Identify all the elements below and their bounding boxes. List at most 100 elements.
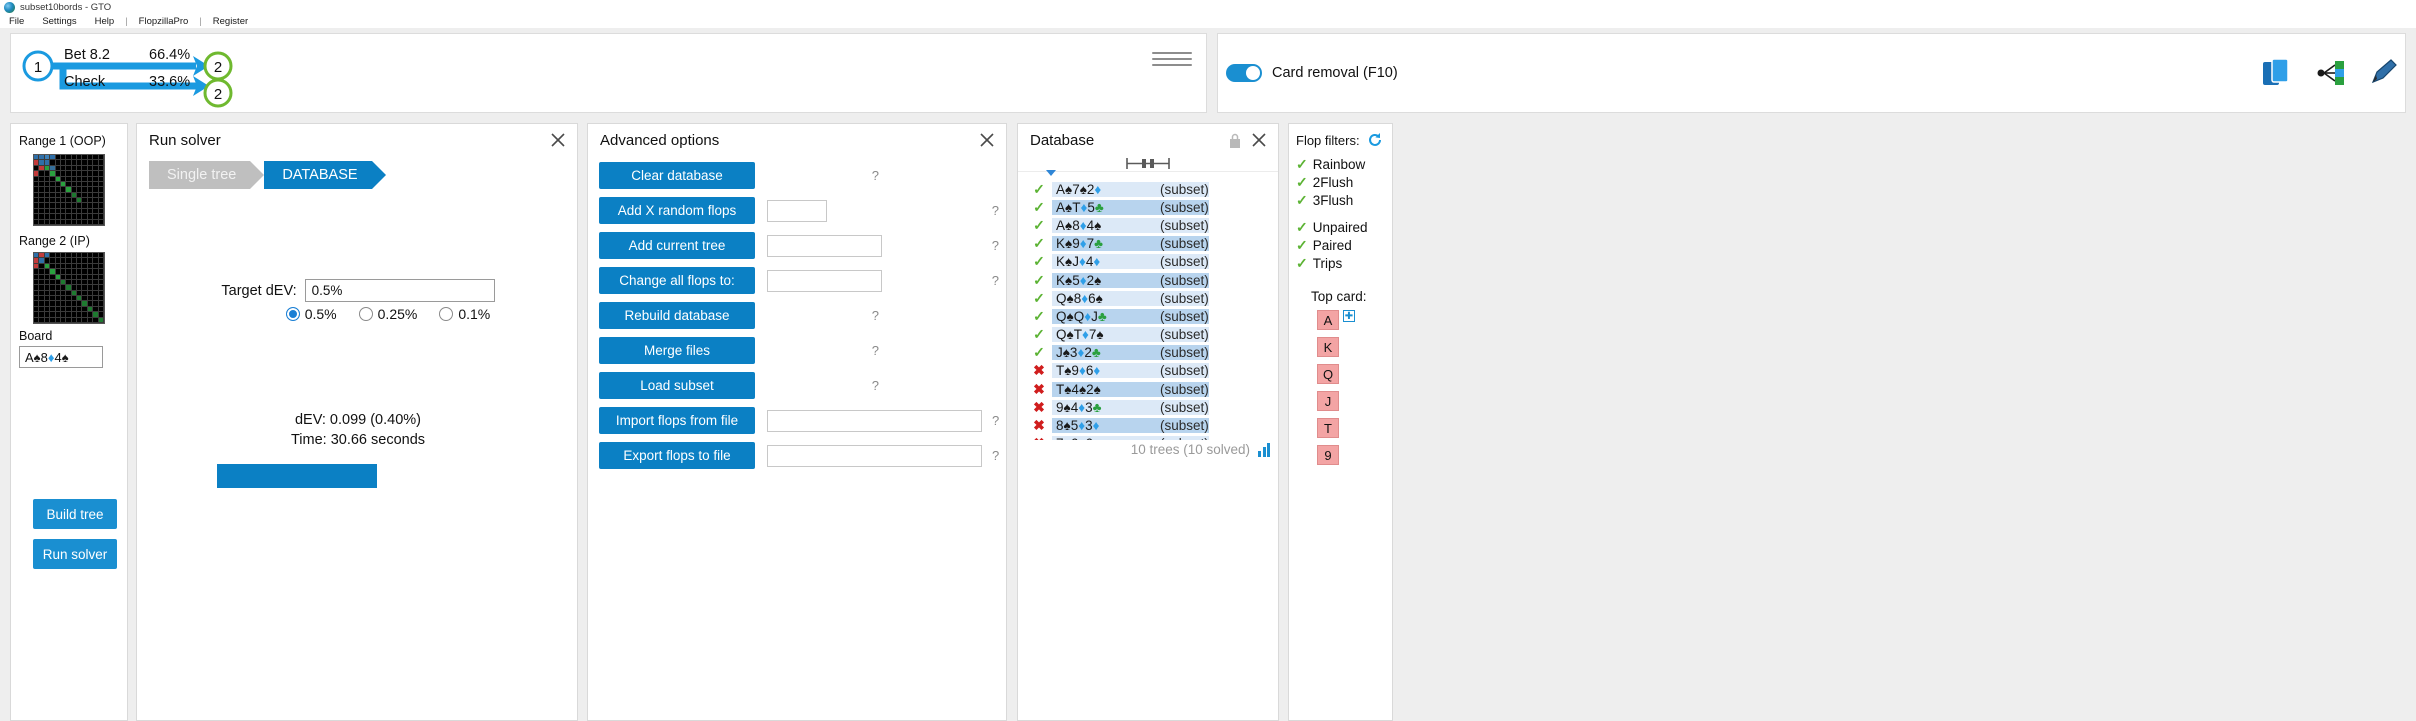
cross-icon[interactable]: ✖ xyxy=(1026,417,1052,434)
cross-icon[interactable]: ✖ xyxy=(1026,381,1052,398)
node-tree-icon[interactable] xyxy=(2317,59,2349,87)
database-row[interactable]: ✓ K♠9♦7♣ (subset) xyxy=(1026,235,1272,253)
advanced-button-add-current-tree[interactable]: Add current tree xyxy=(599,232,755,259)
flop-filter-unpaired[interactable]: ✓ Unpaired xyxy=(1296,219,1368,236)
check-icon[interactable]: ✓ xyxy=(1026,344,1052,361)
advanced-button-export-flops-to-file[interactable]: Export flops to file xyxy=(599,442,755,469)
menu-item-settings[interactable]: Settings xyxy=(33,16,85,27)
help-question-icon[interactable]: ? xyxy=(872,308,879,323)
tab-single-tree[interactable]: Single tree xyxy=(149,161,265,189)
drag-grip-icon[interactable] xyxy=(1152,52,1192,66)
advanced-button-change-all-flops-to[interactable]: Change all flops to: xyxy=(599,267,755,294)
advanced-button-rebuild-database[interactable]: Rebuild database xyxy=(599,302,755,329)
check-icon[interactable]: ✓ xyxy=(1026,308,1052,325)
database-row[interactable]: ✓ A♠7♠2♦ (subset) xyxy=(1026,180,1272,198)
database-row[interactable]: ✖7♠6♠6♦(subset) xyxy=(1026,435,1272,440)
cards-stack-icon[interactable] xyxy=(2263,58,2297,88)
top-card-button-9[interactable]: 9 xyxy=(1317,445,1339,465)
bar-chart-icon[interactable] xyxy=(1258,442,1270,457)
pencil-edit-icon[interactable] xyxy=(2369,58,2399,88)
check-icon[interactable]: ✓ xyxy=(1026,326,1052,343)
database-row[interactable]: ✓ Q♠T♦7♠ (subset) xyxy=(1026,326,1272,344)
range2-matrix[interactable] xyxy=(33,252,105,324)
run-solver-close-icon[interactable] xyxy=(549,131,567,149)
check-icon[interactable]: ✓ xyxy=(1026,181,1052,198)
lock-icon[interactable] xyxy=(1228,133,1242,149)
target-dev-radio-0.25[interactable]: 0.25% xyxy=(358,306,417,322)
database-row[interactable]: ✖ 9♠4♦3♣ (subset) xyxy=(1026,398,1272,416)
help-question-icon[interactable]: ? xyxy=(992,273,999,288)
menu-item-register[interactable]: Register xyxy=(204,16,257,27)
range1-matrix[interactable] xyxy=(33,154,105,226)
help-question-icon[interactable]: ? xyxy=(992,413,999,428)
add-plus-icon[interactable]: ✚ xyxy=(1343,310,1355,322)
database-flop-list[interactable]: ✓ A♠7♠2♦ (subset) ✓ A♠T♦5♣ (subset) ✓ A♠8♦4♠ (su… xyxy=(1026,180,1272,440)
advanced-field-8[interactable] xyxy=(767,444,982,467)
advanced-button-add-x-random-flops[interactable]: Add X random flops xyxy=(599,197,755,224)
database-row[interactable]: ✓ Q♠8♦6♠ (subset) xyxy=(1026,289,1272,307)
target-dev-radio-0.5[interactable]: 0.5% xyxy=(285,306,337,322)
help-question-icon[interactable]: ? xyxy=(872,343,879,358)
menu-item-help[interactable]: Help xyxy=(86,16,124,27)
menu-item-file[interactable]: File xyxy=(0,16,33,27)
advanced-button-merge-files[interactable]: Merge files xyxy=(599,337,755,364)
advanced-field-7[interactable] xyxy=(767,409,982,432)
refresh-icon[interactable] xyxy=(1367,132,1383,148)
tab-database[interactable]: DATABASE xyxy=(264,161,386,189)
advanced-button-import-flops-from-file[interactable]: Import flops from file xyxy=(599,407,755,434)
board-input[interactable]: A♠8♦4♠ xyxy=(19,346,103,368)
top-card-button-K[interactable]: K xyxy=(1317,337,1339,357)
check-icon[interactable]: ✓ xyxy=(1026,290,1052,307)
check-icon[interactable]: ✓ xyxy=(1026,253,1052,270)
flop-filter-2flush[interactable]: ✓ 2Flush xyxy=(1296,174,1353,191)
cross-icon[interactable]: ✖ xyxy=(1026,435,1052,440)
check-icon[interactable]: ✓ xyxy=(1026,235,1052,252)
flop-filter-trips[interactable]: ✓ Trips xyxy=(1296,255,1342,272)
database-row[interactable]: ✓ Q♠Q♦J♣ (subset) xyxy=(1026,307,1272,325)
check-icon[interactable]: ✓ xyxy=(1026,272,1052,289)
card-removal-toggle[interactable] xyxy=(1226,64,1262,82)
advanced-button-clear-database[interactable]: Clear database xyxy=(599,162,755,189)
help-question-icon[interactable]: ? xyxy=(872,378,879,393)
run-solver-button[interactable]: Run solver xyxy=(33,539,117,569)
database-row[interactable]: ✖ T♠4♠2♠ (subset) xyxy=(1026,380,1272,398)
database-row[interactable]: ✓ K♠5♦2♠ (subset) xyxy=(1026,271,1272,289)
database-row[interactable]: ✓ A♠8♦4♠ (subset) xyxy=(1026,216,1272,234)
advanced-button-load-subset[interactable]: Load subset xyxy=(599,372,755,399)
menu-item-flopzillapro[interactable]: FlopzillaPro xyxy=(130,16,198,27)
sort-ascending-caret-icon[interactable] xyxy=(1046,170,1056,176)
range-cell[interactable] xyxy=(98,317,104,323)
flop-filter-paired[interactable]: ✓ Paired xyxy=(1296,237,1352,254)
menu-bar: File Settings Help | FlopzillaPro | Register xyxy=(0,14,2416,28)
top-card-button-A[interactable]: A xyxy=(1317,310,1339,330)
advanced-options-close-icon[interactable] xyxy=(978,131,996,149)
range-cell[interactable] xyxy=(98,219,104,225)
database-row[interactable]: ✓ A♠T♦5♣ (subset) xyxy=(1026,198,1272,216)
check-icon[interactable]: ✓ xyxy=(1026,199,1052,216)
database-row[interactable]: ✖ T♠9♦6♦ (subset) xyxy=(1026,362,1272,380)
help-question-icon[interactable]: ? xyxy=(872,168,879,183)
help-question-icon[interactable]: ? xyxy=(992,238,999,253)
database-row[interactable]: ✓ K♠J♦4♦ (subset) xyxy=(1026,253,1272,271)
cross-icon[interactable]: ✖ xyxy=(1026,399,1052,416)
cross-icon[interactable]: ✖ xyxy=(1026,362,1052,379)
build-tree-button[interactable]: Build tree xyxy=(33,499,117,529)
help-question-icon[interactable]: ? xyxy=(992,203,999,218)
top-card-button-J[interactable]: J xyxy=(1317,391,1339,411)
database-row[interactable]: ✖ 8♠5♦3♦ (subset) xyxy=(1026,416,1272,434)
help-question-icon[interactable]: ? xyxy=(992,448,999,463)
advanced-field-1[interactable] xyxy=(767,199,827,222)
advanced-field-3[interactable] xyxy=(767,269,882,292)
check-icon[interactable]: ✓ xyxy=(1026,217,1052,234)
top-card-button-Q[interactable]: Q xyxy=(1317,364,1339,384)
tree-branch-bet-frequency: 66.4% xyxy=(149,47,191,63)
target-dev-input[interactable]: 0.5% xyxy=(304,279,495,302)
top-card-button-T[interactable]: T xyxy=(1317,418,1339,438)
flop-filter-rainbow[interactable]: ✓ Rainbow xyxy=(1296,156,1365,173)
database-sort-bar[interactable] xyxy=(1018,155,1278,172)
target-dev-radio-0.1[interactable]: 0.1% xyxy=(439,306,490,322)
database-close-icon[interactable] xyxy=(1250,131,1268,149)
database-row[interactable]: ✓ J♠3♦2♣ (subset) xyxy=(1026,344,1272,362)
flop-filter-3flush[interactable]: ✓ 3Flush xyxy=(1296,192,1353,209)
advanced-field-2[interactable] xyxy=(767,234,882,257)
